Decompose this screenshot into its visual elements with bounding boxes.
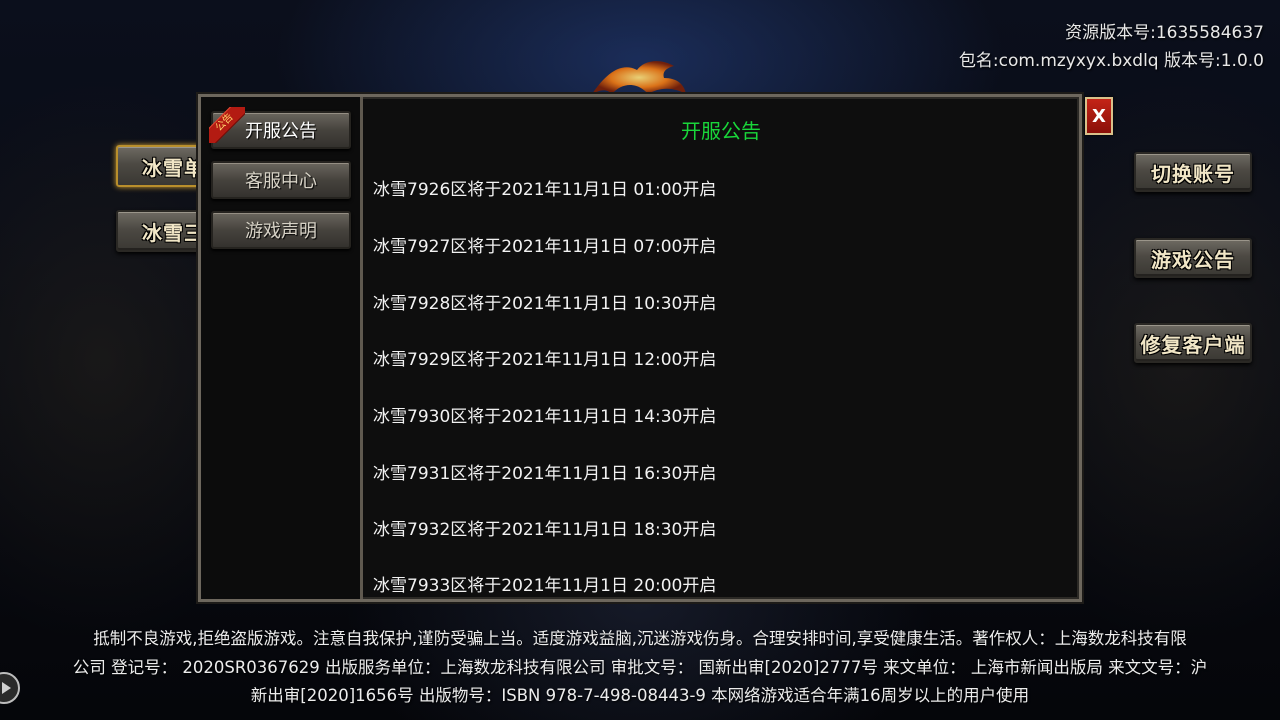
- repair-client-button[interactable]: 修复客户端: [1134, 323, 1252, 363]
- resource-version-text: 资源版本号:1635584637: [1065, 23, 1264, 43]
- notice-ribbon: 公告: [209, 107, 245, 143]
- announcement-line: 冰雪7928区将于2021年11月1日 10:30开启: [373, 294, 717, 314]
- announcement-line: 冰雪7930区将于2021年11月1日 14:30开启: [373, 407, 717, 427]
- tab-customer-service[interactable]: 客服中心: [211, 161, 351, 199]
- announcement-line: 冰雪7927区将于2021年11月1日 07:00开启: [373, 237, 717, 257]
- switch-account-button[interactable]: 切换账号: [1134, 152, 1252, 192]
- announcement-line: 冰雪7932区将于2021年11月1日 18:30开启: [373, 520, 717, 540]
- content-title: 开服公告: [681, 119, 761, 143]
- game-announcement-button[interactable]: 游戏公告: [1134, 238, 1252, 278]
- tab-game-statement[interactable]: 游戏声明: [211, 211, 351, 249]
- announcement-line: 冰雪7933区将于2021年11月1日 20:00开启: [373, 576, 717, 596]
- footer-notice-line-1: 抵制不良游戏,拒绝盗版游戏。注意自我保护,谨防受骗上当。适度游戏益脑,沉迷游戏伤…: [93, 629, 1187, 648]
- announcement-line: 冰雪7931区将于2021年11月1日 16:30开启: [373, 464, 717, 484]
- announcement-content[interactable]: 开服公告 冰雪7926区将于2021年11月1日 01:00开启 冰雪7927区…: [363, 97, 1079, 599]
- footer-notice-line-2: 公司 登记号： 2020SR0367629 出版服务单位：上海数龙科技有限公司 …: [72, 658, 1208, 677]
- close-button[interactable]: X: [1085, 97, 1113, 135]
- panel-tab-list: 公告 开服公告 客服中心 游戏声明: [201, 97, 363, 599]
- announcement-panel: 公告 开服公告 客服中心 游戏声明 开服公告 冰雪7926区将于2021年11月…: [198, 94, 1082, 602]
- package-version-text: 包名:com.mzyxyx.bxdlq 版本号:1.0.0: [958, 51, 1264, 71]
- footer-notice-line-3: 新出审[2020]1656号 出版物号：ISBN 978-7-498-08443…: [250, 686, 1030, 705]
- announcement-line: 冰雪7926区将于2021年11月1日 01:00开启: [373, 180, 717, 200]
- announcement-line: 冰雪7929区将于2021年11月1日 12:00开启: [373, 350, 717, 370]
- notice-ribbon-label: 公告: [209, 107, 245, 143]
